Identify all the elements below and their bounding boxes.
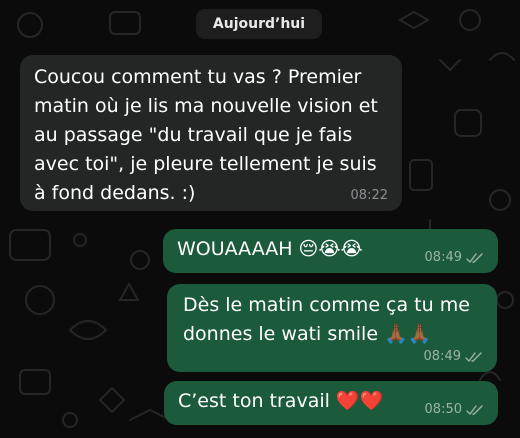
message-meta: 08:22 [351, 188, 388, 204]
outgoing-message-bubble[interactable]: C’est ton travail ❤️❤️ 08:50 [164, 381, 498, 425]
read-double-check-icon [466, 404, 484, 416]
read-double-check-icon [466, 252, 484, 264]
message-time: 08:49 [423, 349, 461, 364]
outgoing-message-bubble[interactable]: WOUAAAAH 😔😭😭 08:49 [163, 229, 498, 273]
message-time: 08:49 [424, 250, 462, 265]
message-meta: 08:49 [424, 349, 483, 365]
message-text: Coucou comment tu vas ? Premier matin où… [34, 66, 378, 204]
message-text: Dès le matin comme ça tu me donnes le wa… [183, 294, 470, 345]
message-time: 08:22 [350, 188, 388, 203]
message-meta: 08:50 [425, 402, 484, 418]
read-double-check-icon [465, 351, 483, 363]
date-separator: Aujourd’hui [196, 9, 322, 39]
message-meta: 08:49 [425, 250, 484, 266]
message-time: 08:50 [424, 402, 462, 417]
outgoing-message-bubble[interactable]: Dès le matin comme ça tu me donnes le wa… [167, 284, 497, 372]
incoming-message-bubble[interactable]: Coucou comment tu vas ? Premier matin où… [20, 55, 402, 211]
